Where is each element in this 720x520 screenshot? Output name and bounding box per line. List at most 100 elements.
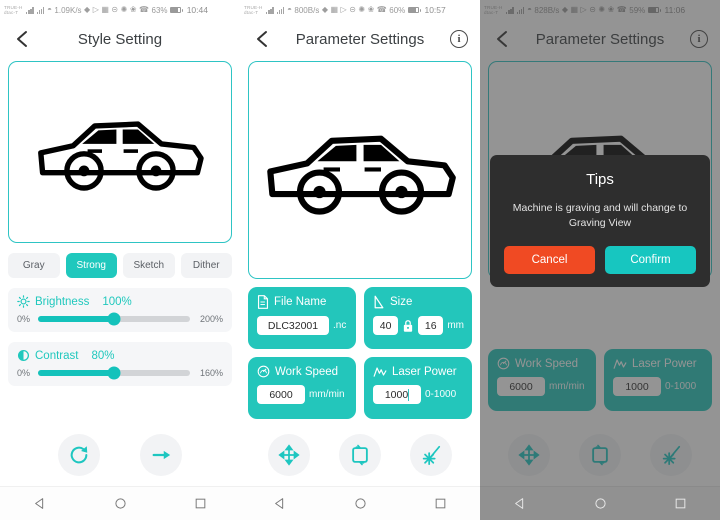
carrier-label: TRUE-H dtac-T xyxy=(4,5,23,15)
chip-dither[interactable]: Dither xyxy=(180,253,232,278)
nav-back-triangle-icon xyxy=(514,498,523,509)
work-speed-input[interactable]: 6000 xyxy=(497,377,545,396)
calendar-icon: ▦ xyxy=(330,5,339,14)
nfc-icon: ◆ xyxy=(84,5,91,14)
work-speed-header: Work Speed xyxy=(497,357,588,370)
back-button[interactable] xyxy=(252,29,272,49)
data-rate-label: 828B/s xyxy=(534,5,560,15)
contrast-header: Contrast 80% xyxy=(17,349,223,362)
move-button[interactable] xyxy=(268,434,311,476)
work-speed-header: Work Speed xyxy=(257,365,348,378)
move-arrows-icon xyxy=(518,444,540,466)
chip-strong[interactable]: Strong xyxy=(65,253,117,278)
status-bar: TRUE-H dtac-T ◓ 828B/s ◆ ▦ ▷ ⊝ ✺ ❀ ☎ 59%… xyxy=(480,0,720,20)
location-icon: ▷ xyxy=(580,5,587,14)
brightness-card: Brightness 100% 0% 200% xyxy=(8,288,232,332)
nav-home-button[interactable] xyxy=(105,493,135,515)
frame-button[interactable] xyxy=(338,434,381,476)
nav-recents-button[interactable] xyxy=(185,493,215,515)
laser-power-label: Laser Power xyxy=(392,365,457,378)
image-preview[interactable] xyxy=(8,61,232,243)
file-name-label: File Name xyxy=(274,296,327,308)
wifi-icon: ◓ xyxy=(47,5,52,14)
move-button[interactable] xyxy=(508,434,551,476)
info-circle-icon[interactable]: i xyxy=(690,30,708,48)
contrast-slider[interactable] xyxy=(38,366,190,380)
size-header: Size xyxy=(373,295,464,309)
bluetooth-icon: ❀ xyxy=(607,5,615,14)
size-lock-button[interactable] xyxy=(402,316,414,335)
signal-bars-2-icon xyxy=(276,7,285,14)
engrave-button[interactable] xyxy=(409,434,452,476)
engrave-laser-icon xyxy=(662,445,680,466)
size-row: 40 16 mm xyxy=(373,316,464,335)
chip-sketch[interactable]: Sketch xyxy=(123,253,175,278)
laser-power-input[interactable]: 1000 xyxy=(373,385,421,404)
page-title: Style Setting xyxy=(77,30,163,48)
engrave-laser-icon xyxy=(422,445,440,466)
brightness-header: Brightness 100% xyxy=(17,295,223,308)
cancel-button[interactable]: Cancel xyxy=(504,246,595,274)
signal-bars-icon xyxy=(506,7,514,14)
app-bar: Parameter Settings i xyxy=(480,20,720,58)
nav-recents-square-icon xyxy=(435,498,445,509)
data-rate-label: 800B/s xyxy=(294,5,320,15)
car-line-art-icon xyxy=(266,135,456,215)
nav-recents-button[interactable] xyxy=(425,493,455,515)
clock-label: 10:57 xyxy=(424,5,446,15)
next-button[interactable] xyxy=(140,434,182,476)
nav-back-button[interactable] xyxy=(265,493,295,515)
nav-home-button[interactable] xyxy=(345,493,375,515)
status-bar: TRUE-H dtac-T ◓ 800B/s ◆ ▦ ▷ ⊝ ✺ ❀ ☎ 60%… xyxy=(240,0,480,20)
nav-home-button[interactable] xyxy=(585,493,615,515)
nav-recents-button[interactable] xyxy=(665,493,695,515)
nav-back-button[interactable] xyxy=(25,493,55,515)
file-icon xyxy=(257,295,269,309)
back-button[interactable] xyxy=(492,29,512,49)
nav-home-circle-icon xyxy=(354,498,366,509)
file-name-header: File Name xyxy=(257,295,348,309)
style-mode-chips: Gray Strong Sketch Dither xyxy=(0,243,240,278)
nav-back-button[interactable] xyxy=(505,493,535,515)
brightness-slider[interactable] xyxy=(38,312,190,326)
work-speed-card: Work Speed 6000 mm/min xyxy=(488,349,596,411)
wifi-icon: ◓ xyxy=(287,5,292,14)
laser-power-label: Laser Power xyxy=(632,357,697,370)
brightness-label: Brightness xyxy=(35,295,90,308)
confirm-button[interactable]: Confirm xyxy=(605,246,696,274)
nav-home-circle-icon xyxy=(114,498,126,509)
car-line-art-icon xyxy=(38,121,204,191)
laser-power-input[interactable]: 1000 xyxy=(613,377,661,396)
android-nav-bar xyxy=(480,486,720,520)
nav-back-triangle-icon xyxy=(34,498,43,509)
back-button[interactable] xyxy=(12,29,32,49)
image-preview[interactable] xyxy=(248,61,472,279)
battery-icon xyxy=(407,7,421,13)
work-speed-input[interactable]: 6000 xyxy=(257,385,305,404)
laser-power-icon xyxy=(373,367,387,377)
size-card: Size 40 16 mm xyxy=(364,287,472,349)
size-height-input[interactable]: 16 xyxy=(418,316,444,335)
frame-button[interactable] xyxy=(578,434,621,476)
signal-bars-icon xyxy=(26,7,34,14)
clock-label: 10:44 xyxy=(186,5,208,15)
size-width-input[interactable]: 40 xyxy=(373,316,399,335)
phone-icon: ☎ xyxy=(139,5,149,14)
battery-percent-label: 63% xyxy=(151,5,168,15)
file-name-input[interactable]: DLC32001 xyxy=(257,316,329,335)
panel-style-setting: TRUE-H dtac-T ◓ 1.09K/s ◆ ▷ ▦ ⊝ ✺ ❀ ☎ 63… xyxy=(0,0,240,520)
size-label: Size xyxy=(390,296,413,308)
laser-power-card: Laser Power 1000 0-1000 xyxy=(364,357,472,419)
info-circle-icon[interactable]: i xyxy=(450,30,468,48)
engrave-button[interactable] xyxy=(649,434,692,476)
sync-icon: ✺ xyxy=(358,5,366,14)
signal-bars-icon xyxy=(266,7,274,14)
laser-power-card: Laser Power 1000 0-1000 xyxy=(604,349,712,411)
bluetooth-icon: ❀ xyxy=(367,5,375,14)
nfc-icon: ◆ xyxy=(321,5,328,14)
dialog-message: Machine is graving and will change to Gr… xyxy=(512,202,688,229)
vpn-key-icon: ⊝ xyxy=(589,5,596,14)
rotate-button[interactable] xyxy=(58,434,100,476)
carrier-line-2: dtac-T xyxy=(4,10,19,15)
chip-gray[interactable]: Gray xyxy=(8,253,60,278)
